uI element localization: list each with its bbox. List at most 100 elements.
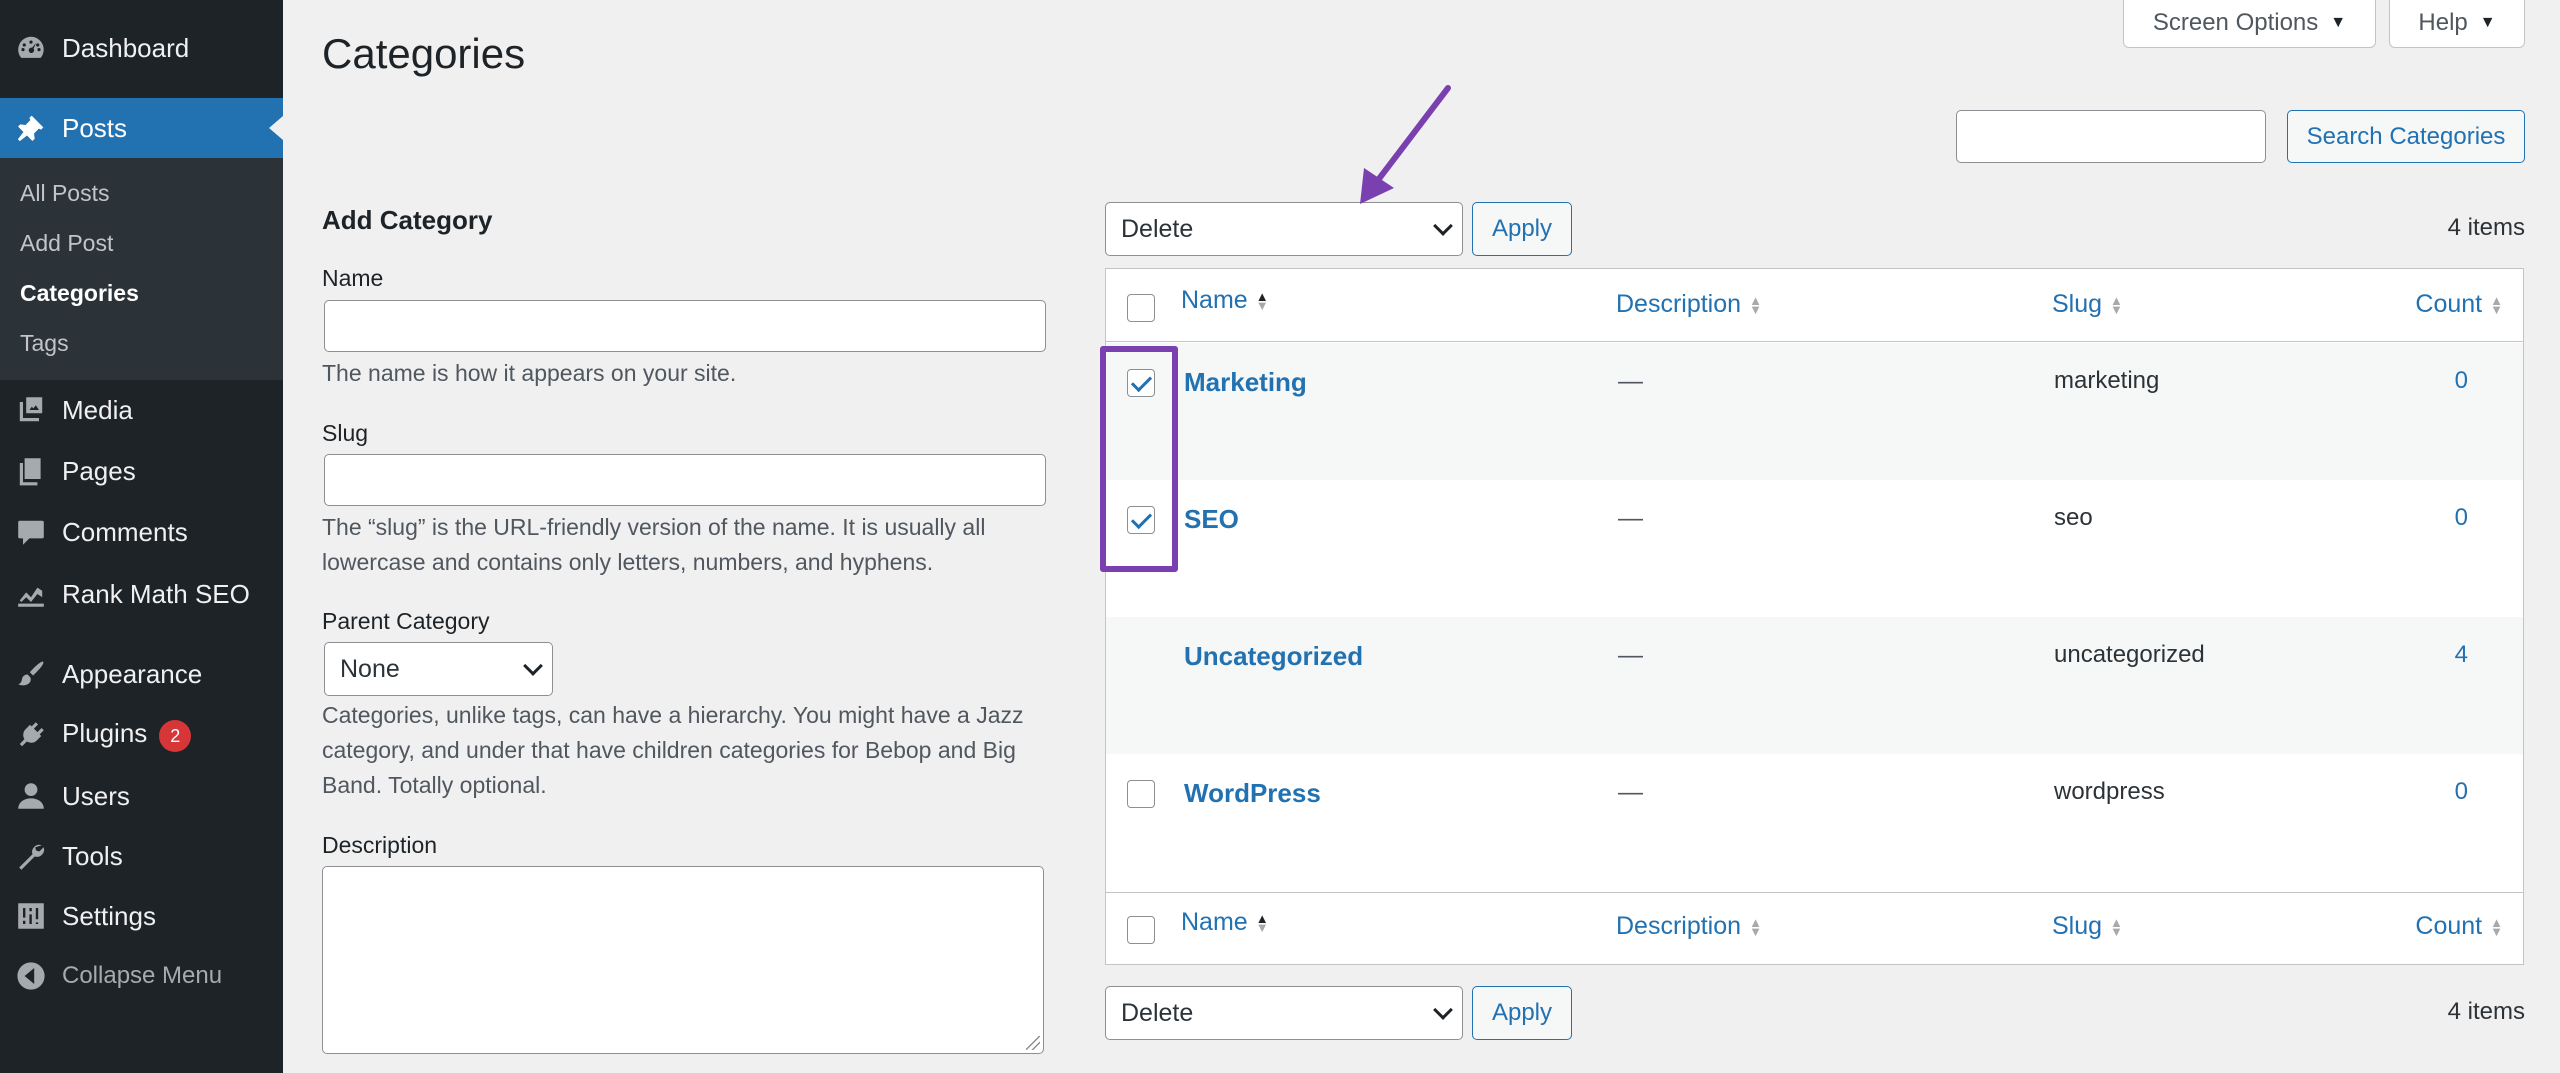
column-slug-sort[interactable]: Slug ▲ ▼	[2052, 290, 2123, 319]
parent-help-text: Categories, unlike tags, can have a hier…	[322, 702, 1024, 798]
search-categories-button[interactable]: Search Categories	[2287, 110, 2525, 163]
table-row: Marketing — marketing 0	[1106, 343, 2523, 480]
column-label: Description	[1616, 290, 1742, 318]
bulk-actions-select-bottom[interactable]: Delete	[1105, 986, 1463, 1040]
column-label: Name	[1181, 286, 1248, 314]
menu-dashboard[interactable]: Dashboard	[0, 18, 283, 78]
comment-icon	[14, 515, 48, 549]
column-name-sort[interactable]: Name ▲ ▼	[1181, 908, 1269, 937]
table-row: SEO — seo 0	[1106, 480, 2523, 617]
submenu-tags[interactable]: Tags	[20, 330, 69, 357]
menu-media[interactable]: Media	[0, 380, 283, 440]
name-help-text: The name is how it appears on your site.	[322, 360, 737, 386]
menu-label: Media	[62, 394, 133, 425]
category-count-link[interactable]: 0	[2455, 778, 2468, 806]
submenu-all-posts[interactable]: All Posts	[20, 180, 109, 207]
column-description-sort[interactable]: Description ▲ ▼	[1616, 912, 1762, 941]
category-name-link[interactable]: Marketing	[1184, 367, 1307, 398]
column-label: Slug	[2052, 912, 2103, 940]
column-label: Count	[2415, 290, 2483, 318]
table-footer: Name ▲ ▼ Description ▲ ▼ Slug ▲ ▼ Count ▲ ▼	[1106, 892, 2523, 965]
menu-label: Tools	[62, 840, 123, 871]
column-count-sort[interactable]: Count ▲ ▼	[2415, 912, 2503, 941]
category-name-link[interactable]: SEO	[1184, 504, 1239, 535]
category-name-link[interactable]: Uncategorized	[1184, 641, 1363, 672]
description-textarea[interactable]	[322, 866, 1044, 1054]
media-icon	[14, 393, 48, 427]
menu-label: Users	[62, 780, 130, 811]
menu-rank-math-seo[interactable]: Rank Math SEO	[0, 564, 283, 624]
category-slug: wordpress	[2054, 778, 2165, 805]
screen-options-button[interactable]: Screen Options ▼	[2123, 0, 2376, 48]
category-slug: seo	[2054, 504, 2093, 531]
category-description: —	[1618, 504, 1643, 532]
search-input[interactable]	[1956, 110, 2266, 163]
column-name-sort[interactable]: Name ▲ ▼	[1181, 286, 1269, 315]
menu-posts[interactable]: Posts	[0, 98, 283, 158]
category-count-link[interactable]: 0	[2455, 504, 2468, 532]
page-title: Categories	[322, 30, 526, 77]
table-row: Uncategorized — uncategorized 4	[1106, 617, 2523, 754]
name-label: Name	[322, 265, 384, 291]
column-count-sort[interactable]: Count ▲ ▼	[2415, 290, 2503, 319]
wrench-icon	[14, 839, 48, 873]
parent-category-label: Parent Category	[322, 608, 490, 634]
menu-label: Pages	[62, 455, 136, 486]
user-icon	[14, 779, 48, 813]
categories-table: Name ▲ ▼ Description ▲ ▼ Slug ▲ ▼ Count ▲ ▼ …	[1105, 268, 2524, 965]
menu-users[interactable]: Users	[0, 766, 283, 826]
table-row: WordPress — wordpress 0	[1106, 754, 2523, 891]
select-all-checkbox[interactable]	[1127, 916, 1155, 944]
update-count-badge: 2	[159, 719, 192, 752]
sort-icon: ▲ ▼	[2490, 914, 2503, 939]
bulk-action-value: Delete	[1121, 214, 1194, 243]
column-slug-sort[interactable]: Slug ▲ ▼	[2052, 912, 2123, 941]
menu-tools[interactable]: Tools	[0, 826, 283, 886]
sort-ascending-icon: ▲ ▼	[1255, 288, 1269, 313]
sort-icon: ▲ ▼	[2490, 292, 2503, 317]
submenu-add-post[interactable]: Add Post	[20, 230, 113, 257]
caret-down-icon: ▼	[2479, 13, 2496, 31]
menu-appearance[interactable]: Appearance	[0, 644, 283, 704]
slug-input[interactable]	[324, 454, 1046, 506]
submenu-categories[interactable]: Categories	[20, 280, 139, 307]
category-count-link[interactable]: 0	[2455, 367, 2468, 395]
menu-label: Posts	[62, 112, 128, 143]
category-slug: marketing	[2054, 367, 2160, 394]
admin-sidebar: Dashboard Posts All Posts Add Post Categ…	[0, 0, 283, 1073]
column-label: Count	[2415, 912, 2483, 940]
category-name-link[interactable]: WordPress	[1184, 778, 1321, 809]
apply-button-bottom[interactable]: Apply	[1472, 986, 1572, 1040]
menu-settings[interactable]: Settings	[0, 886, 283, 946]
bulk-actions-select-top[interactable]: Delete	[1105, 202, 1463, 256]
sort-icon: ▲ ▼	[1749, 292, 1762, 317]
menu-label: Dashboard	[62, 32, 190, 63]
posts-submenu: All Posts Add Post Categories Tags	[0, 158, 283, 380]
help-button[interactable]: Help ▼	[2389, 0, 2525, 48]
menu-comments[interactable]: Comments	[0, 502, 283, 562]
settings-sliders-icon	[14, 899, 48, 933]
category-slug: uncategorized	[2054, 641, 2205, 668]
apply-button-top[interactable]: Apply	[1472, 202, 1572, 256]
menu-plugins[interactable]: Plugins 2	[0, 705, 283, 765]
column-description-sort[interactable]: Description ▲ ▼	[1616, 290, 1762, 319]
table-header: Name ▲ ▼ Description ▲ ▼ Slug ▲ ▼ Count ▲ ▼	[1106, 269, 2523, 342]
menu-label: Plugins 2	[62, 718, 192, 752]
category-count-link[interactable]: 4	[2455, 641, 2468, 669]
pages-icon	[14, 454, 48, 488]
category-description: —	[1618, 778, 1643, 806]
menu-pages[interactable]: Pages	[0, 441, 283, 501]
menu-label: Rank Math SEO	[62, 578, 250, 609]
items-count-bottom: 4 items	[2447, 998, 2525, 1025]
paintbrush-icon	[14, 657, 48, 691]
select-all-checkbox[interactable]	[1127, 294, 1155, 322]
pushpin-icon	[14, 111, 48, 145]
caret-down-icon: ▼	[2330, 13, 2347, 31]
help-label: Help	[2418, 8, 2468, 36]
bulk-action-value: Delete	[1121, 998, 1194, 1027]
parent-category-select[interactable]: None	[324, 642, 553, 696]
row-checkbox[interactable]	[1127, 780, 1155, 808]
resize-grip-icon[interactable]	[1026, 1036, 1040, 1050]
collapse-menu-button[interactable]: Collapse Menu	[0, 946, 283, 1006]
name-input[interactable]	[324, 300, 1046, 352]
